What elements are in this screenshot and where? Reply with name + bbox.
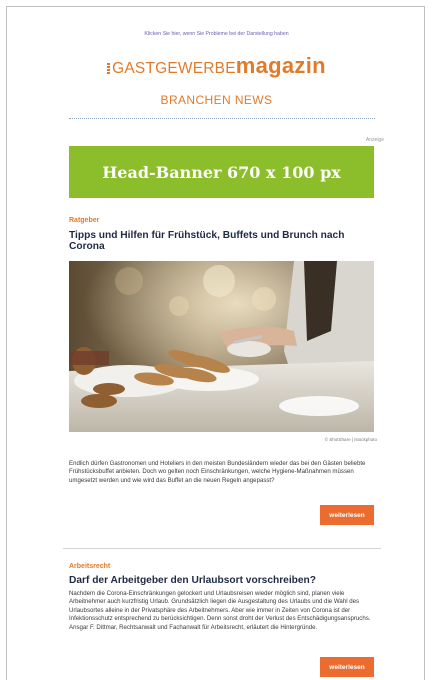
- header-divider: [69, 118, 375, 119]
- article-title[interactable]: Darf der Arbeitgeber den Urlaubsort vors…: [69, 575, 374, 586]
- view-in-browser-link[interactable]: Klicken Sie hier, wenn Sie Probleme bei …: [0, 31, 433, 37]
- article-image[interactable]: [69, 261, 374, 432]
- newsletter-subtitle: BRANCHEN NEWS: [160, 93, 273, 107]
- ad-label: Anzeige: [365, 137, 384, 143]
- logo-mark-icon: [107, 63, 111, 74]
- article-title[interactable]: Tipps und Hilfen für Frühstück, Buffets …: [69, 230, 374, 252]
- image-credit: © ShotShare | istockphoto: [324, 437, 377, 442]
- article-teaser: Endlich dürfen Gastronomen und Hoteliers…: [69, 460, 366, 484]
- head-banner-ad[interactable]: Head-Banner 670 x 100 px: [69, 146, 374, 198]
- logo-gastgewerbe: GASTGEWERBE: [112, 60, 236, 77]
- read-more-button[interactable]: weiterlesen: [320, 505, 374, 525]
- logo[interactable]: GASTGEWERBEmagazin: [0, 53, 433, 79]
- article-category: Arbeitsrecht: [69, 563, 111, 570]
- read-more-button[interactable]: weiterlesen: [320, 657, 374, 677]
- buffet-photo: [69, 261, 374, 432]
- article-separator: [63, 548, 381, 549]
- article-teaser: Nachdem die Corona-Einschränkungen geloc…: [69, 590, 371, 631]
- article-category: Ratgeber: [69, 217, 100, 224]
- logo-magazin: magazin: [235, 53, 326, 78]
